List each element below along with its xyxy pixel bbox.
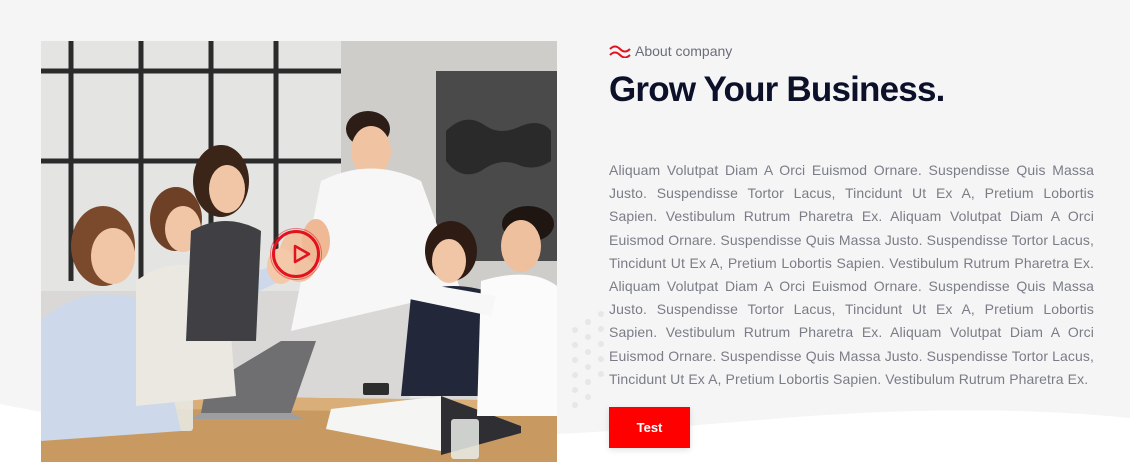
about-content: About company Grow Your Business. Aliqua… bbox=[609, 40, 1094, 448]
team-photo bbox=[41, 41, 557, 462]
about-section: About company Grow Your Business. Aliqua… bbox=[0, 0, 1130, 474]
eyebrow-label: About company bbox=[635, 43, 733, 59]
test-button[interactable]: Test bbox=[609, 407, 690, 448]
section-title: Grow Your Business. bbox=[609, 70, 945, 109]
section-description: Aliquam Volutpat Diam A Orci Euismod Orn… bbox=[609, 162, 1094, 387]
wave-icon bbox=[609, 45, 631, 58]
video-play-button[interactable] bbox=[270, 228, 322, 280]
play-icon bbox=[290, 244, 311, 264]
section-eyebrow: About company bbox=[609, 40, 1094, 62]
